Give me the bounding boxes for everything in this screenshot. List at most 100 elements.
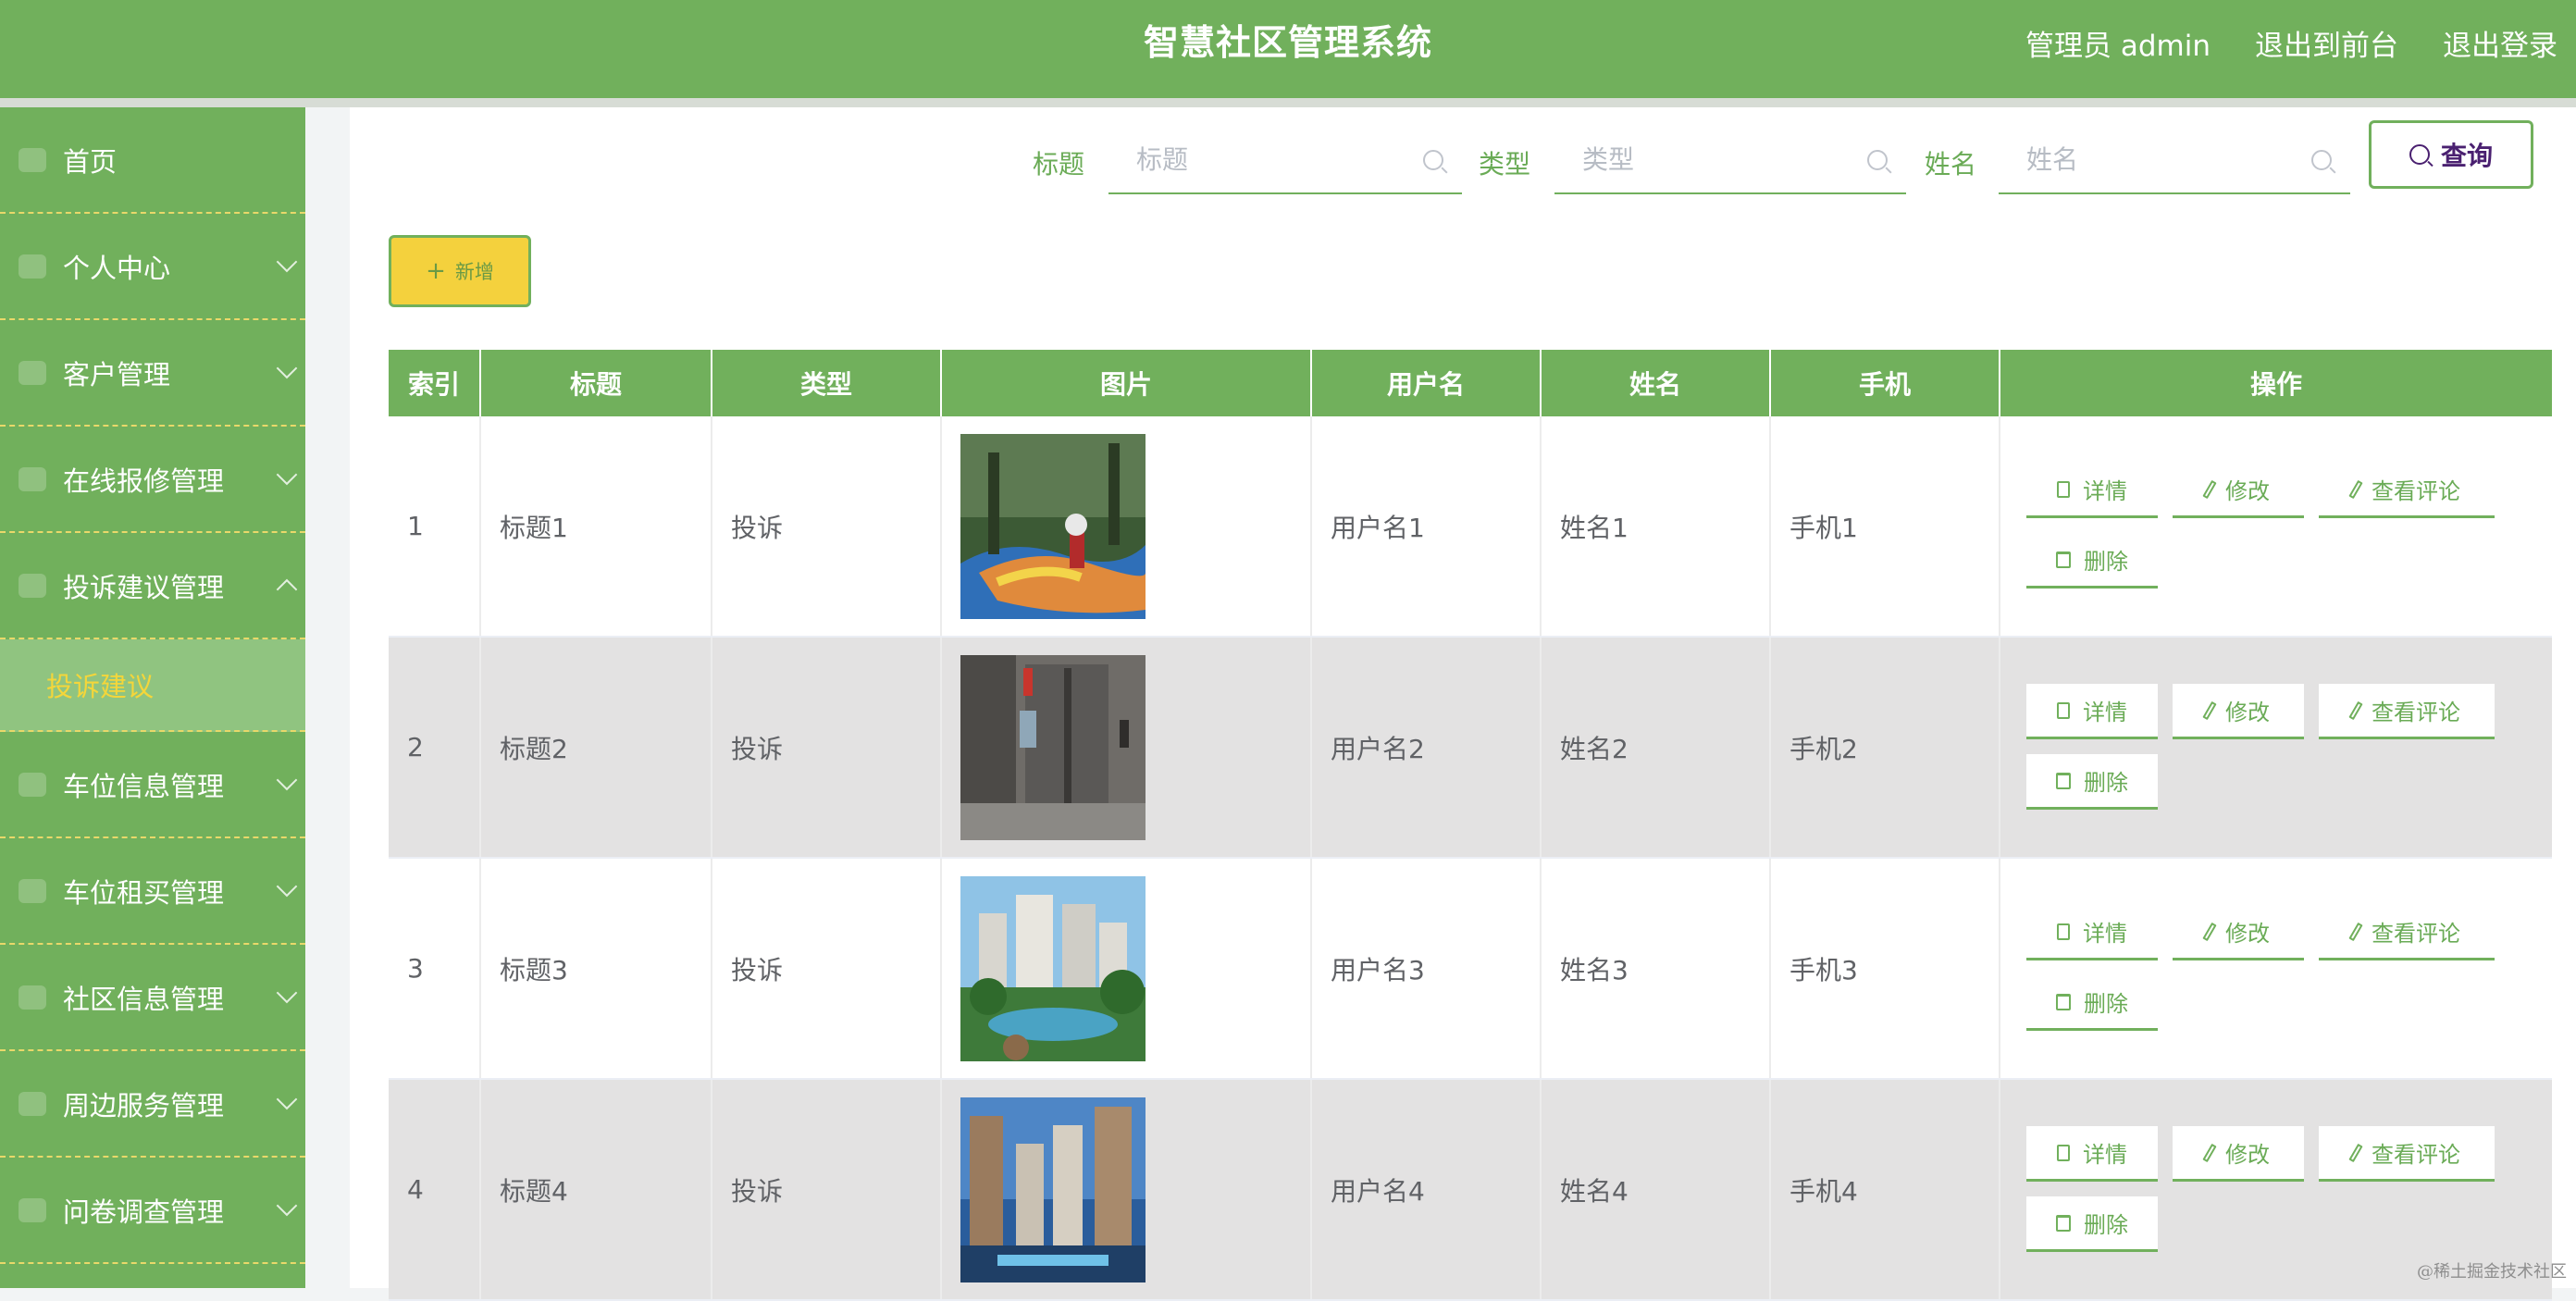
view-comments-button[interactable]: 查看评论 bbox=[2319, 905, 2495, 960]
sidebar-item-community-info[interactable]: 社区信息管理 bbox=[0, 945, 305, 1051]
pencil-icon bbox=[2202, 479, 2217, 499]
home-icon bbox=[19, 147, 46, 172]
survey-icon bbox=[19, 1197, 46, 1222]
cell-username: 用户名2 bbox=[1312, 638, 1542, 857]
logout-link[interactable]: 退出登录 bbox=[2443, 22, 2557, 64]
garden-building-photo[interactable] bbox=[960, 875, 1146, 1061]
pencil-icon bbox=[2202, 922, 2217, 941]
sidebar-item-parking-rent[interactable]: 车位租买管理 bbox=[0, 838, 305, 945]
view-comments-button[interactable]: 查看评论 bbox=[2319, 463, 2495, 518]
delete-button[interactable]: 删除 bbox=[2026, 533, 2158, 589]
detail-button[interactable]: 详情 bbox=[2026, 463, 2158, 518]
parking-icon bbox=[19, 772, 46, 797]
detail-label: 详情 bbox=[2083, 1142, 2127, 1168]
cell-type: 投诉 bbox=[712, 416, 942, 636]
name-search-input[interactable] bbox=[1999, 128, 2350, 191]
trash-icon bbox=[2056, 772, 2071, 789]
cell-actions: 详情 修改 查看评论 删除 bbox=[2000, 638, 2552, 857]
sidebar: 首页 个人中心 客户管理 在线报修管理 投诉建议管理 投诉建议 车位信息管理 车… bbox=[0, 107, 305, 1288]
type-search-input[interactable] bbox=[1554, 128, 1906, 191]
cell-actions: 详情 修改 查看评论 删除 bbox=[2000, 859, 2552, 1078]
sidebar-item-label: 车位信息管理 bbox=[63, 770, 225, 802]
column-header: 标题 bbox=[481, 350, 712, 416]
sidebar-item-complaints[interactable]: 投诉建议管理 bbox=[0, 533, 305, 639]
title-filter-label: 标题 bbox=[1033, 149, 1085, 180]
delete-label: 删除 bbox=[2084, 549, 2128, 575]
detail-button[interactable]: 详情 bbox=[2026, 1126, 2158, 1182]
sidebar-item-label: 在线报修管理 bbox=[63, 465, 225, 497]
column-header: 用户名 bbox=[1312, 350, 1542, 416]
type-filter-field[interactable] bbox=[1554, 128, 1906, 194]
cell-actions: 详情 修改 查看评论 删除 bbox=[2000, 416, 2552, 636]
view-comments-button[interactable]: 查看评论 bbox=[2319, 684, 2495, 739]
sidebar-item-parking-info[interactable]: 车位信息管理 bbox=[0, 732, 305, 838]
cell-name: 姓名2 bbox=[1542, 638, 1771, 857]
query-button[interactable]: 查询 bbox=[2369, 120, 2533, 189]
search-icon bbox=[1867, 150, 1888, 170]
sidebar-item-label: 客户管理 bbox=[63, 358, 171, 390]
row-actions: 详情 修改 查看评论 删除 bbox=[2026, 638, 2563, 857]
detail-button[interactable]: 详情 bbox=[2026, 905, 2158, 960]
sidebar-item-nearby-services[interactable]: 周边服务管理 bbox=[0, 1051, 305, 1158]
delete-label: 删除 bbox=[2084, 1212, 2128, 1238]
parking-rent-icon bbox=[19, 878, 46, 903]
delete-button[interactable]: 删除 bbox=[2026, 975, 2158, 1031]
chevron-down-icon bbox=[276, 464, 298, 485]
detail-label: 详情 bbox=[2083, 478, 2127, 504]
cell-index: 4 bbox=[389, 1080, 481, 1299]
complaints-table: 索引 标题 类型 图片 用户名 姓名 手机 操作 1 标题1 投诉 用户名1 姓… bbox=[389, 350, 2552, 1301]
trash-icon bbox=[2056, 993, 2071, 1010]
sidebar-item-personal-center[interactable]: 个人中心 bbox=[0, 214, 305, 320]
edit-label: 修改 bbox=[2225, 478, 2270, 504]
row-actions: 详情 修改 查看评论 删除 bbox=[2026, 416, 2563, 636]
document-icon bbox=[2057, 1144, 2070, 1161]
cell-phone: 手机2 bbox=[1771, 638, 2000, 857]
watermark: @稀土掘金技术社区 bbox=[2417, 1262, 2567, 1282]
sidebar-item-label: 个人中心 bbox=[63, 252, 171, 284]
detail-button[interactable]: 详情 bbox=[2026, 684, 2158, 739]
delete-button[interactable]: 删除 bbox=[2026, 1196, 2158, 1252]
header-divider bbox=[0, 98, 2576, 107]
add-button[interactable]: + 新增 bbox=[389, 235, 531, 307]
title-search-input[interactable] bbox=[1108, 128, 1462, 191]
cell-index: 3 bbox=[389, 859, 481, 1078]
cell-index: 1 bbox=[389, 416, 481, 636]
row-actions: 详情 修改 查看评论 删除 bbox=[2026, 859, 2563, 1078]
sidebar-item-label: 首页 bbox=[63, 145, 118, 178]
back-to-front-link[interactable]: 退出到前台 bbox=[2255, 22, 2398, 64]
title-filter-field[interactable] bbox=[1108, 128, 1462, 194]
sidebar-item-customers[interactable]: 客户管理 bbox=[0, 320, 305, 427]
elevator-photo[interactable] bbox=[960, 654, 1146, 840]
view-comments-button[interactable]: 查看评论 bbox=[2319, 1126, 2495, 1182]
cell-username: 用户名1 bbox=[1312, 416, 1542, 636]
document-icon bbox=[2057, 923, 2070, 940]
edit-button[interactable]: 修改 bbox=[2173, 1126, 2304, 1182]
sidebar-item-label: 周边服务管理 bbox=[63, 1089, 225, 1121]
edit-button[interactable]: 修改 bbox=[2173, 905, 2304, 960]
column-header: 图片 bbox=[942, 350, 1312, 416]
highrise-photo[interactable] bbox=[960, 1097, 1146, 1282]
cell-image bbox=[942, 638, 1312, 857]
cell-image bbox=[942, 1080, 1312, 1299]
sidebar-item-surveys[interactable]: 问卷调查管理 bbox=[0, 1158, 305, 1264]
edit-button[interactable]: 修改 bbox=[2173, 463, 2304, 518]
column-header: 索引 bbox=[389, 350, 481, 416]
name-filter-field[interactable] bbox=[1999, 128, 2350, 194]
edit-label: 修改 bbox=[2225, 921, 2270, 947]
cell-image bbox=[942, 859, 1312, 1078]
delete-button[interactable]: 删除 bbox=[2026, 754, 2158, 810]
cell-phone: 手机3 bbox=[1771, 859, 2000, 1078]
detail-label: 详情 bbox=[2083, 921, 2127, 947]
sidebar-subitem-complaints[interactable]: 投诉建议 bbox=[0, 639, 305, 732]
edit-button[interactable]: 修改 bbox=[2173, 684, 2304, 739]
playground-photo[interactable] bbox=[960, 433, 1146, 619]
document-icon bbox=[2057, 480, 2070, 498]
admin-label: 管理员 admin bbox=[2025, 29, 2211, 63]
cell-index: 2 bbox=[389, 638, 481, 857]
sidebar-item-home[interactable]: 首页 bbox=[0, 107, 305, 214]
chevron-down-icon bbox=[276, 769, 298, 790]
sidebar-item-repairs[interactable]: 在线报修管理 bbox=[0, 427, 305, 533]
table-header: 索引 标题 类型 图片 用户名 姓名 手机 操作 bbox=[389, 350, 2552, 416]
cell-title: 标题3 bbox=[481, 859, 712, 1078]
customers-icon bbox=[19, 360, 46, 385]
